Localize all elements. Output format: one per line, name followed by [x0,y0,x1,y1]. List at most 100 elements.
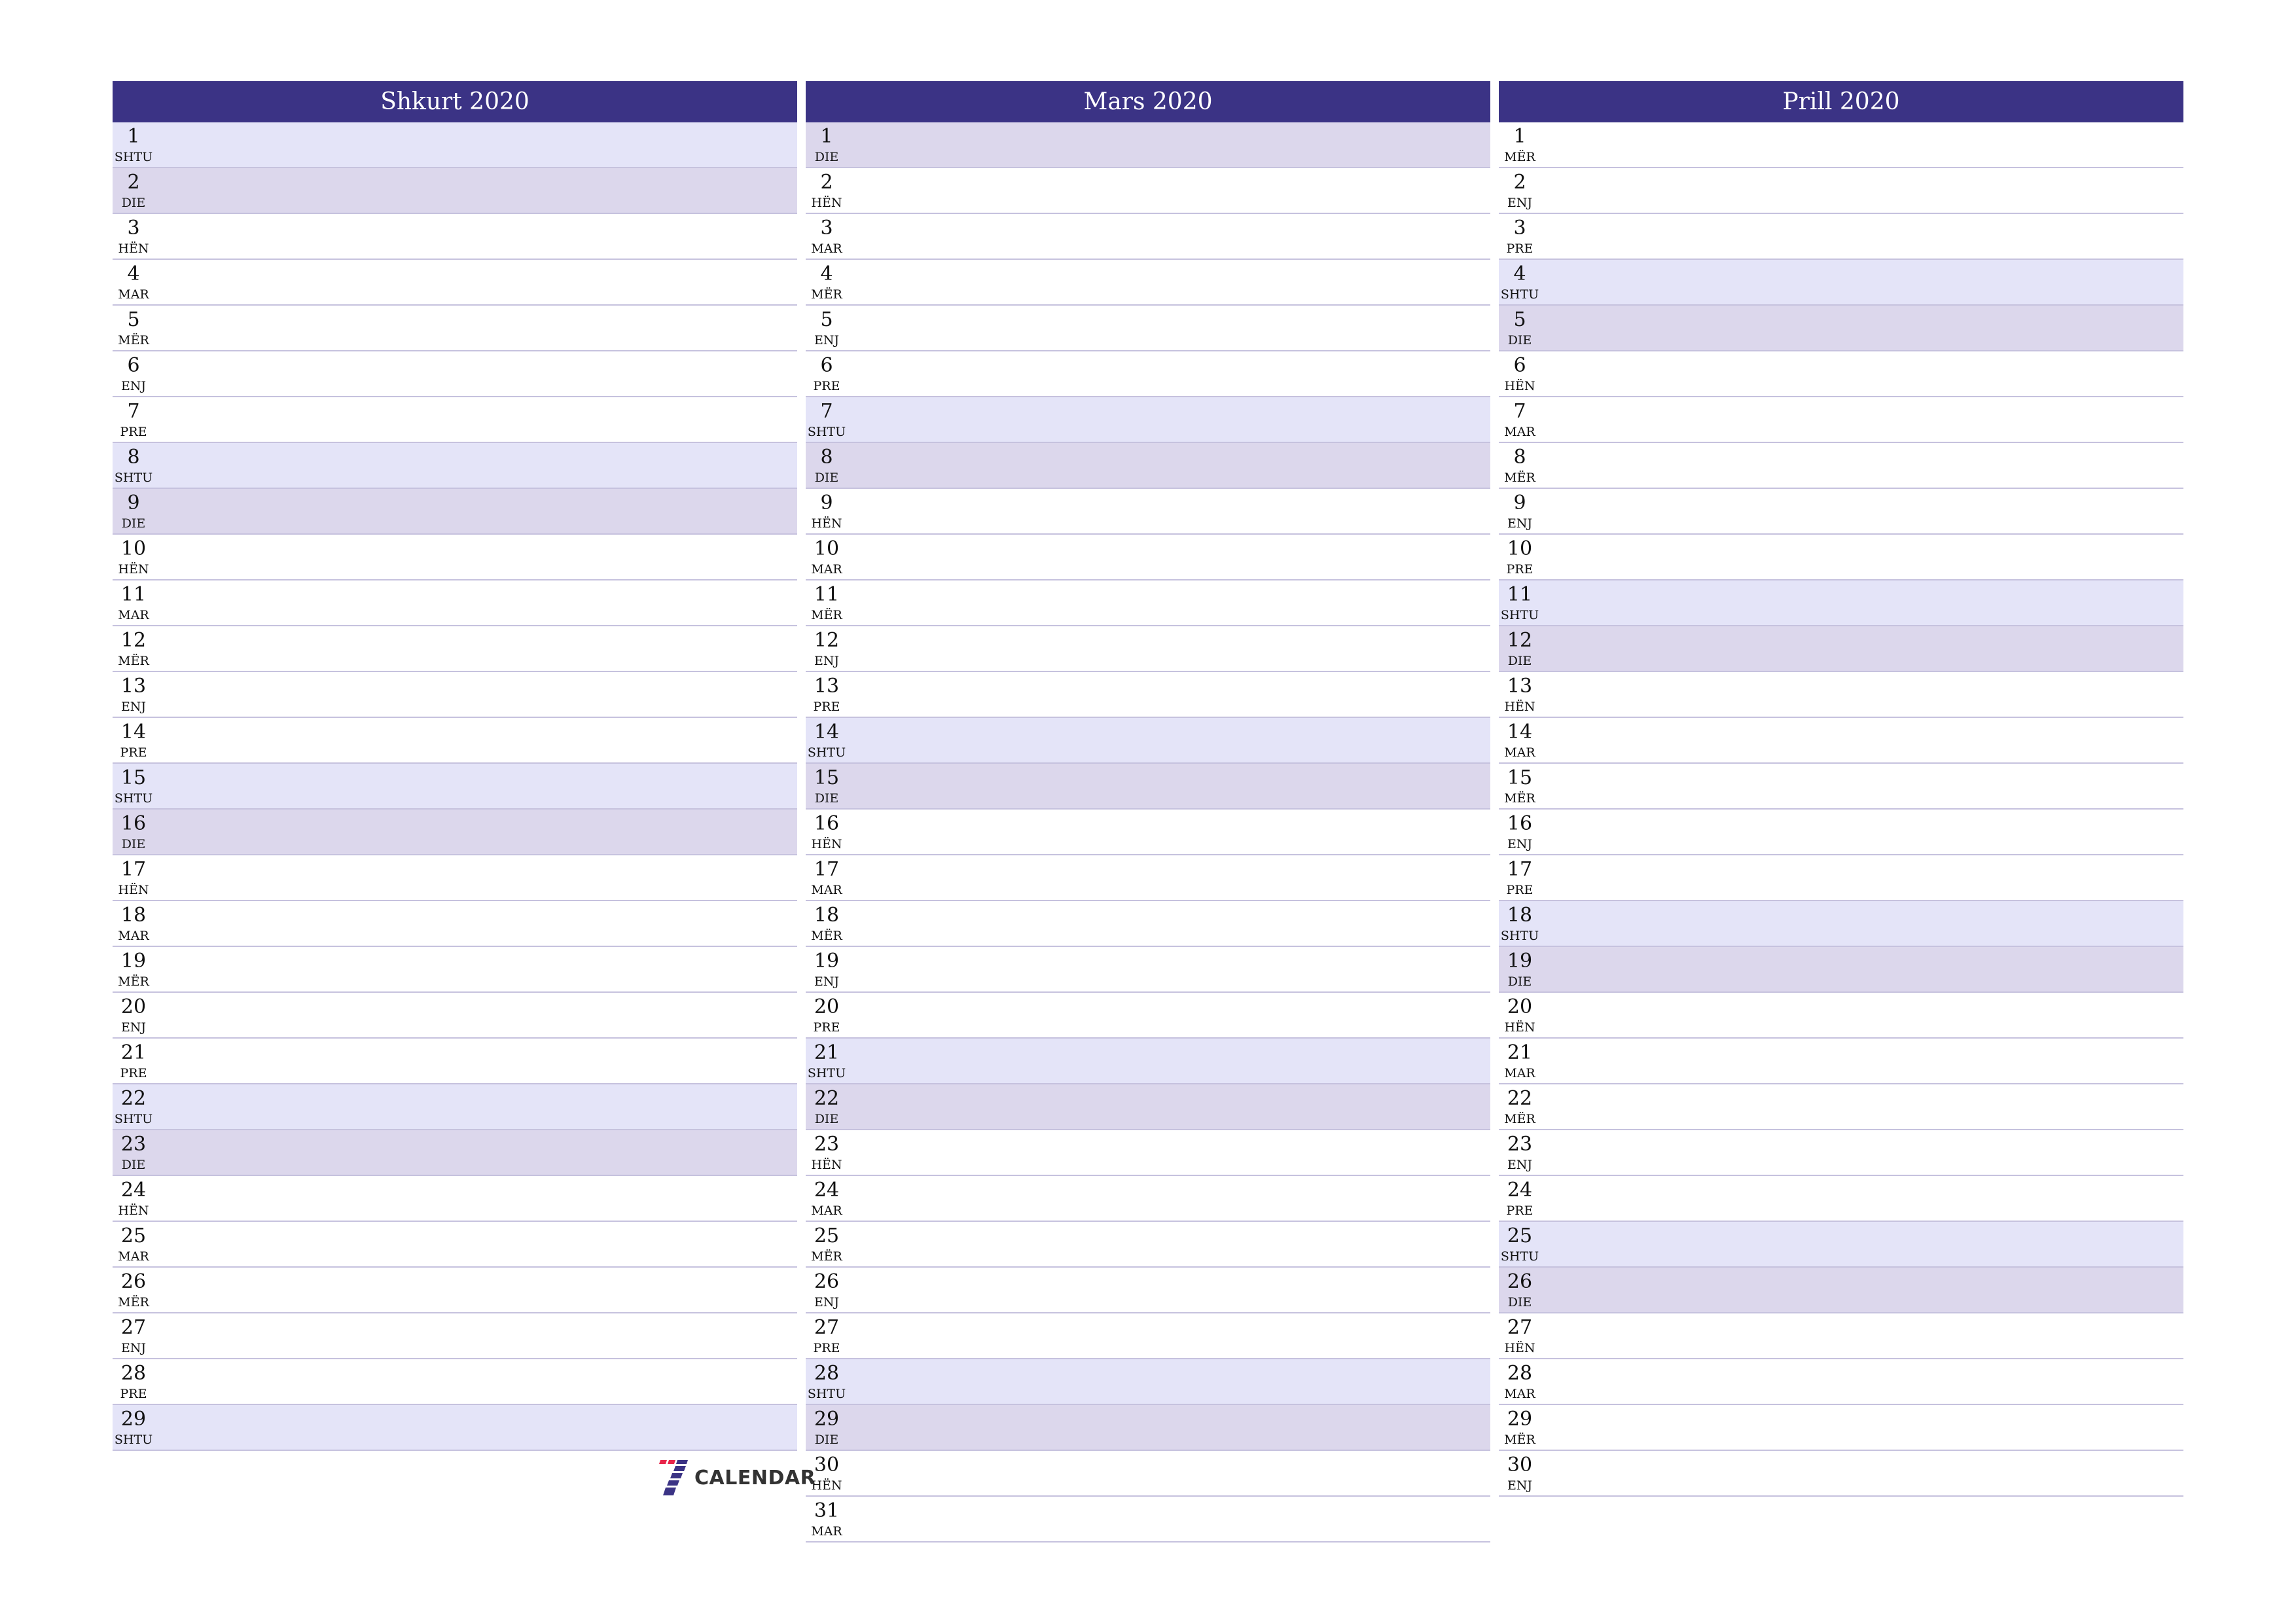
day-row[interactable]: 22 SHTU [113,1084,797,1130]
day-row[interactable]: 3 HËN [113,214,797,260]
day-row[interactable]: 18 MËR [806,901,1490,947]
day-row[interactable]: 30 HËN [806,1451,1490,1497]
day-row[interactable]: 24 HËN [113,1176,797,1222]
day-row[interactable]: 9 DIE [113,489,797,535]
day-row[interactable]: 15 DIE [806,764,1490,810]
day-row[interactable]: 16 DIE [113,810,797,855]
day-row[interactable]: 29 DIE [806,1405,1490,1451]
weekday-label: ENJ [1507,1478,1533,1493]
day-row[interactable]: 4 SHTU [1499,260,2183,306]
weekday-label: DIE [1507,333,1532,348]
day-row[interactable]: 4 MAR [113,260,797,306]
day-row[interactable]: 12 ENJ [806,626,1490,672]
day-row[interactable]: 25 SHTU [1499,1222,2183,1268]
day-row[interactable]: 7 SHTU [806,397,1490,443]
day-row[interactable]: 27 HËN [1499,1313,2183,1359]
day-row[interactable]: 14 MAR [1499,718,2183,764]
day-row[interactable]: 1 MËR [1499,122,2183,168]
weekday-label: HËN [811,516,842,531]
day-row[interactable]: 23 HËN [806,1130,1490,1176]
day-row[interactable]: 4 MËR [806,260,1490,306]
day-row[interactable]: 18 MAR [113,901,797,947]
day-row[interactable]: 5 MËR [113,306,797,351]
day-row[interactable]: 22 DIE [806,1084,1490,1130]
day-row[interactable]: 25 MAR [113,1222,797,1268]
day-row[interactable]: 18 SHTU [1499,901,2183,947]
day-number: 29 [814,1408,840,1431]
day-row[interactable]: 15 SHTU [113,764,797,810]
day-row[interactable]: 6 PRE [806,351,1490,397]
weekday-label: ENJ [814,333,840,348]
day-row[interactable]: 13 ENJ [113,672,797,718]
day-row[interactable]: 2 DIE [113,168,797,214]
day-row[interactable]: 8 DIE [806,443,1490,489]
day-row[interactable]: 13 PRE [806,672,1490,718]
day-row[interactable]: 28 MAR [1499,1359,2183,1405]
day-row[interactable]: 10 MAR [806,535,1490,580]
day-row[interactable]: 3 PRE [1499,214,2183,260]
weekday-label: MAR [811,1524,842,1539]
day-row[interactable]: 11 MËR [806,580,1490,626]
day-number: 12 [1507,629,1533,652]
day-row[interactable]: 14 PRE [113,718,797,764]
day-row[interactable]: 29 SHTU [113,1405,797,1451]
day-row[interactable]: 6 HËN [1499,351,2183,397]
day-row[interactable]: 20 PRE [806,993,1490,1039]
day-row[interactable]: 7 PRE [113,397,797,443]
day-row[interactable]: 19 DIE [1499,947,2183,993]
day-row[interactable]: 25 MËR [806,1222,1490,1268]
day-row[interactable]: 16 ENJ [1499,810,2183,855]
day-row[interactable]: 17 HËN [113,855,797,901]
day-row[interactable]: 2 ENJ [1499,168,2183,214]
day-row[interactable]: 21 MAR [1499,1039,2183,1084]
day-row[interactable]: 28 SHTU [806,1359,1490,1405]
day-row[interactable]: 10 PRE [1499,535,2183,580]
day-row[interactable]: 7 MAR [1499,397,2183,443]
day-row[interactable]: 9 ENJ [1499,489,2183,535]
day-row[interactable]: 17 PRE [1499,855,2183,901]
day-row[interactable]: 19 ENJ [806,947,1490,993]
day-row[interactable]: 12 MËR [113,626,797,672]
day-row[interactable]: 24 MAR [806,1176,1490,1222]
day-row[interactable]: 19 MËR [113,947,797,993]
day-row[interactable]: 8 SHTU [113,443,797,489]
day-row[interactable]: 1 SHTU [113,122,797,168]
day-row[interactable]: 20 ENJ [113,993,797,1039]
day-row[interactable]: 20 HËN [1499,993,2183,1039]
day-row[interactable]: 10 HËN [113,535,797,580]
day-row[interactable]: 2 HËN [806,168,1490,214]
day-row[interactable]: 14 SHTU [806,718,1490,764]
day-row[interactable]: 24 PRE [1499,1176,2183,1222]
day-row[interactable]: 22 MËR [1499,1084,2183,1130]
day-row[interactable]: 21 SHTU [806,1039,1490,1084]
day-row[interactable]: 11 SHTU [1499,580,2183,626]
day-row[interactable]: 13 HËN [1499,672,2183,718]
day-row[interactable]: 8 MËR [1499,443,2183,489]
day-row[interactable]: 11 MAR [113,580,797,626]
day-row[interactable]: 26 DIE [1499,1268,2183,1313]
day-row[interactable]: 5 ENJ [806,306,1490,351]
day-row[interactable]: 31 MAR [806,1497,1490,1543]
day-row[interactable]: 21 PRE [113,1039,797,1084]
day-row[interactable]: 6 ENJ [113,351,797,397]
day-row[interactable]: 30 ENJ [1499,1451,2183,1497]
day-row[interactable]: 27 ENJ [113,1313,797,1359]
day-row[interactable]: 28 PRE [113,1359,797,1405]
day-row[interactable]: 16 HËN [806,810,1490,855]
day-row[interactable]: 1 DIE [806,122,1490,168]
day-row[interactable]: 5 DIE [1499,306,2183,351]
day-row[interactable]: 26 MËR [113,1268,797,1313]
day-row[interactable]: 23 ENJ [1499,1130,2183,1176]
day-row[interactable]: 15 MËR [1499,764,2183,810]
day-row[interactable]: 17 MAR [806,855,1490,901]
day-row[interactable]: 9 HËN [806,489,1490,535]
day-row[interactable]: 26 ENJ [806,1268,1490,1313]
day-row[interactable]: 27 PRE [806,1313,1490,1359]
day-number: 9 [127,491,140,514]
day-number: 23 [1507,1133,1533,1156]
day-row[interactable]: 29 MËR [1499,1405,2183,1451]
day-row[interactable]: 12 DIE [1499,626,2183,672]
day-row[interactable]: 23 DIE [113,1130,797,1176]
month-title: Prill 2020 [1499,81,2183,122]
day-row[interactable]: 3 MAR [806,214,1490,260]
